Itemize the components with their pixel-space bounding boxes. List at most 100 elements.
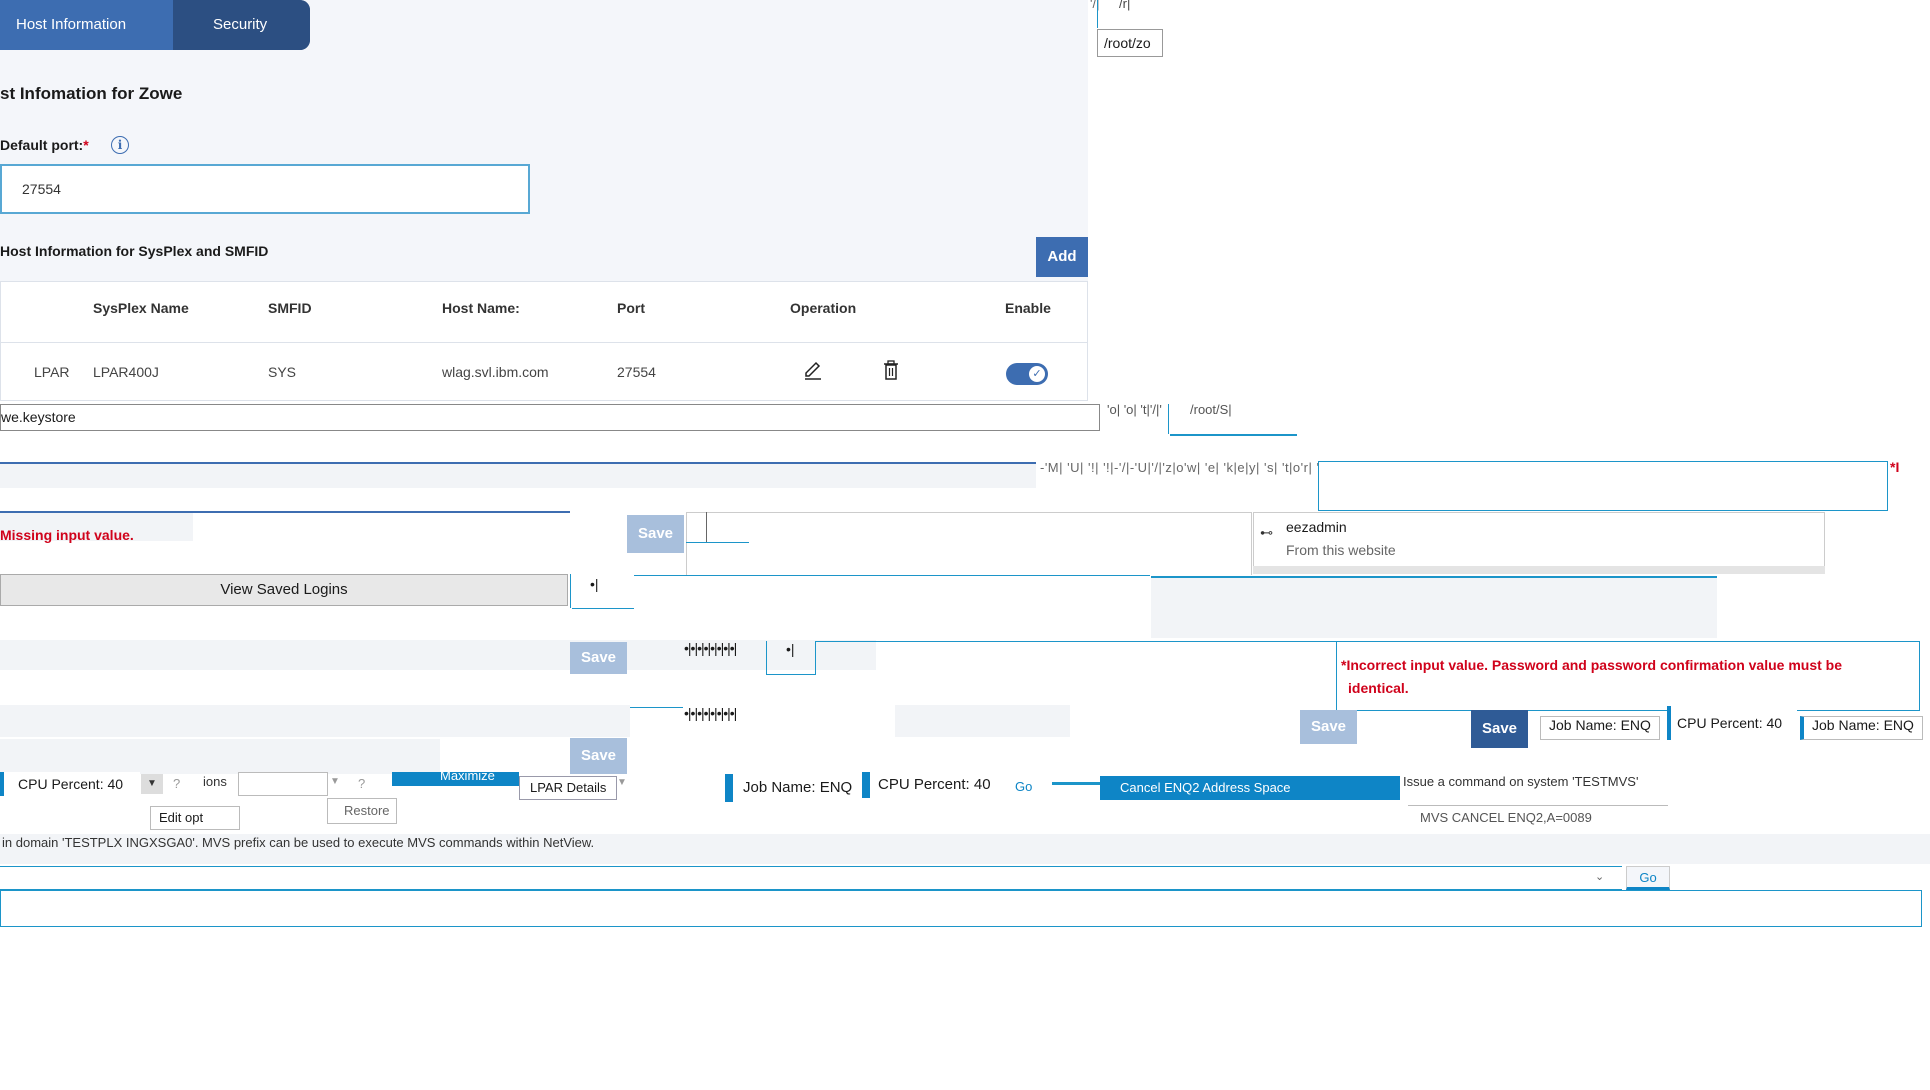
col-header-port: Port: [617, 300, 645, 316]
col-header-operation: Operation: [790, 300, 857, 316]
gray-band-5: [0, 705, 630, 737]
fragment-garbled1: 'o| 'o| 't|'/|': [1107, 402, 1162, 417]
gray-band-6: [895, 705, 1070, 737]
gray-band-7: [0, 739, 440, 774]
save-button-1[interactable]: Save: [627, 515, 684, 553]
go-link-1[interactable]: Go: [1015, 779, 1032, 794]
teal-underline-4: [572, 608, 634, 609]
teal-underline-2: [686, 542, 749, 543]
save-button-3[interactable]: Save: [1300, 710, 1357, 744]
col-header-sysplex: SysPlex Name: [93, 300, 189, 316]
go-button[interactable]: Go: [1626, 866, 1670, 890]
password-dots-1: •|•|•|•|•|•|•|•|: [684, 640, 737, 656]
enable-toggle[interactable]: [1006, 363, 1048, 385]
required-star-i: *I: [1890, 459, 1900, 475]
sysplex-table: SysPlex Name SMFID Host Name: Port Opera…: [0, 281, 1088, 401]
cancel-enq2-button[interactable]: Cancel ENQ2 Address Space: [1100, 776, 1400, 800]
password-dot-1: •|: [590, 576, 599, 592]
row-divider: [1, 342, 1087, 343]
cell-port: 27554: [617, 364, 656, 380]
tab-bar: Host Information Security: [0, 0, 310, 50]
saved-login-popup[interactable]: ⊷ eezadmin From this website: [1253, 512, 1825, 574]
path-field-zo[interactable]: /root/zo: [1097, 29, 1163, 57]
teal-strip: [1052, 782, 1100, 785]
default-port-label-text: Default port:: [0, 137, 84, 153]
info-icon[interactable]: i: [111, 136, 129, 154]
password-dot-2: •|: [786, 641, 795, 657]
error-box: [1336, 641, 1920, 711]
add-button[interactable]: Add: [1036, 237, 1088, 277]
missing-input-error: Missing input value.: [0, 527, 134, 543]
col-header-enable: Enable: [1005, 300, 1051, 316]
sysplex-section-title: Host Information for SysPlex and SMFID: [0, 243, 269, 259]
job-name-chip-1: Job Name: ENQ: [1540, 716, 1660, 740]
maximize-button[interactable]: Maximize: [440, 768, 495, 783]
col-header-smfid: SMFID: [268, 300, 312, 316]
fragment-root-s: /root/S|: [1190, 402, 1232, 417]
cpu-percent-chip-2: CPU Percent: 40: [0, 772, 140, 796]
gray-band-3: [1151, 576, 1717, 638]
teal-underline-7: [630, 707, 683, 708]
save-button-2[interactable]: Save: [570, 642, 627, 674]
help-icon-1[interactable]: ?: [173, 776, 180, 791]
edit-options-menu[interactable]: Edit opt: [150, 806, 240, 830]
tab-security[interactable]: Security: [173, 0, 310, 50]
page-title: st Infomation for Zowe: [0, 84, 183, 103]
fragment-divider-2: [1168, 404, 1169, 434]
chevron-down-icon-3[interactable]: ▼: [617, 777, 627, 788]
lpar-details-button[interactable]: LPAR Details: [519, 776, 618, 800]
teal-divider-3: [570, 574, 571, 608]
input-box-1[interactable]: [686, 512, 1252, 575]
save-button-5[interactable]: Save: [570, 738, 627, 774]
text-cursor: [706, 512, 707, 542]
fragment-top-slash: '/|: [1090, 0, 1100, 11]
mvs-command-field[interactable]: MVS CANCEL ENQ2,A=0089: [1408, 805, 1668, 828]
default-port-label: Default port:*: [0, 137, 89, 153]
key-icon: ⊷: [1260, 525, 1273, 540]
trash-icon[interactable]: [881, 359, 901, 381]
chevron-down-icon[interactable]: ▼: [141, 774, 163, 794]
cell-type: LPAR: [34, 364, 70, 380]
restore-button[interactable]: Restore: [327, 798, 397, 824]
view-saved-logins-button[interactable]: View Saved Logins: [0, 574, 568, 606]
teal-underline-5: [634, 575, 1150, 576]
edit-icon[interactable]: [802, 359, 824, 381]
cpu-percent-chip-3: CPU Percent: 40: [862, 772, 997, 798]
command-input[interactable]: [0, 867, 1622, 890]
teal-underline-6: [816, 641, 1336, 642]
job-name-chip-3: Job Name: ENQ: [725, 774, 860, 802]
help-icon-2[interactable]: ?: [358, 776, 365, 791]
cell-sysplex: LPAR400J: [93, 364, 159, 380]
password-dots-2: •|•|•|•|•|•|•|•|: [684, 705, 737, 721]
gray-band-1: [0, 464, 1036, 488]
incorrect-input-error-2: identical.: [1348, 680, 1409, 696]
saved-login-source: From this website: [1286, 542, 1396, 558]
domain-note: in domain 'TESTPLX INGXSGA0'. MVS prefix…: [2, 835, 595, 850]
teal-underline-1: [1170, 434, 1297, 436]
fragment-top-r: /r|: [1119, 0, 1131, 11]
saved-login-user: eezadmin: [1286, 519, 1347, 535]
output-field[interactable]: [0, 890, 1922, 927]
cpu-percent-chip-1: CPU Percent: 40: [1667, 706, 1797, 740]
col-header-host: Host Name:: [442, 300, 520, 316]
default-port-input[interactable]: 27554: [0, 164, 530, 214]
incorrect-input-error: *Incorrect input value. Password and pas…: [1341, 657, 1843, 673]
tab-host-information[interactable]: Host Information: [0, 0, 173, 50]
keystore-field[interactable]: we.keystore: [0, 404, 1100, 431]
popup-footer: [1253, 566, 1825, 574]
chevron-down-icon-2[interactable]: ▼: [330, 776, 340, 787]
options-label: ions: [203, 774, 227, 789]
options-field[interactable]: [238, 772, 328, 796]
job-name-chip-2: Job Name: ENQ: [1800, 716, 1923, 740]
fragment-divider: [1097, 0, 1098, 28]
password-field-wide[interactable]: [1318, 461, 1888, 511]
gray-band-4: [0, 640, 876, 670]
issue-command-label: Issue a command on system 'TESTMVS': [1403, 774, 1639, 789]
required-mark: *: [83, 137, 89, 153]
save-button-4[interactable]: Save: [1471, 710, 1528, 748]
cell-host: wlag.svl.ibm.com: [442, 364, 549, 380]
chevron-down-icon-4[interactable]: ⌄: [1595, 870, 1604, 883]
teal-underline-3: [1151, 576, 1717, 578]
cell-smfid: SYS: [268, 364, 297, 380]
fragment-garbled2: -'M| 'U| '!| '!|-'/|-'U|'/|'z|o'w| 'e| '…: [1040, 460, 1328, 475]
